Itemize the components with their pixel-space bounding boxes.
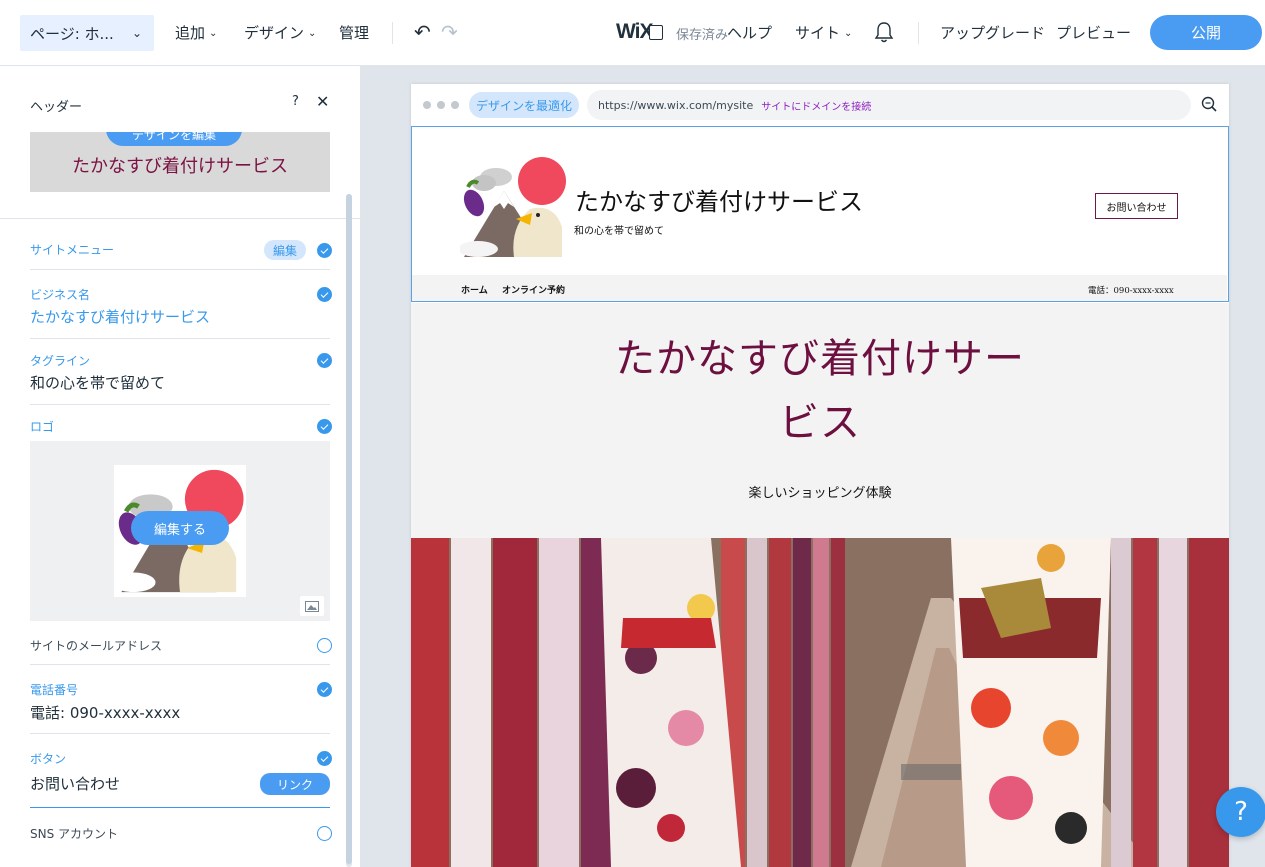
browser-bar: デザインを最適化 https://www.wix.com/mysite サイトに… (411, 84, 1229, 126)
zoom-icon[interactable] (1201, 96, 1217, 112)
page-selector-label: ページ: ホ... (30, 24, 114, 43)
header-design-preview[interactable]: デザインを編集 たかなすび着付けサービス (30, 132, 330, 192)
panel-scrollbar[interactable] (346, 194, 352, 867)
site-menu-check-icon[interactable] (317, 243, 332, 258)
divider (30, 664, 330, 665)
divider (30, 733, 330, 734)
site-email-label: サイトのメールアドレス (30, 639, 163, 653)
divider (30, 404, 330, 405)
url-bar: https://www.wix.com/mysite サイトにドメインを接続 (587, 90, 1191, 120)
divider (30, 807, 330, 808)
button-value[interactable]: お問い合わせ (30, 773, 120, 794)
site-url: https://www.wix.com/mysite (598, 98, 754, 112)
menu-add[interactable]: 追加 ⌄ (175, 22, 217, 43)
hero-subtitle[interactable]: 楽しいショッピング体験 (411, 482, 1229, 501)
phone-check-icon[interactable] (317, 682, 332, 697)
kimono-figure-right (951, 538, 1111, 867)
site-logo[interactable] (458, 153, 568, 261)
phone-value[interactable]: 電話: 090-xxxx-xxxx (30, 702, 180, 723)
button-label: ボタン (30, 752, 67, 766)
site-email-toggle[interactable] (317, 638, 332, 653)
tagline-label: タグライン (30, 354, 91, 368)
nav-item-booking[interactable]: オンライン予約 (502, 283, 565, 296)
menu-manage[interactable]: 管理 (339, 22, 369, 43)
tagline-value[interactable]: 和の心を帯で留めて (30, 372, 165, 393)
menu-site[interactable]: サイト ⌄ (795, 22, 852, 43)
menu-preview-label: プレビュー (1056, 24, 1132, 42)
site-name[interactable]: たかなすび着付けサービス (575, 182, 863, 217)
divider (392, 22, 393, 44)
logo-check-icon[interactable] (317, 419, 332, 434)
close-icon[interactable]: ✕ (316, 92, 329, 111)
design-preview-text: たかなすび着付けサービス (72, 156, 288, 177)
divider (918, 22, 919, 44)
business-name-check-icon[interactable] (317, 287, 332, 302)
publish-button[interactable]: 公開 (1150, 15, 1262, 50)
site-menu-edit-button[interactable]: 編集 (264, 240, 306, 260)
bell-icon[interactable] (873, 20, 895, 44)
edit-logo-button[interactable]: 編集する (131, 511, 229, 545)
menu-help[interactable]: ヘルプ (727, 22, 772, 43)
logo-label: ロゴ (30, 420, 55, 434)
menu-preview[interactable]: プレビュー (1056, 22, 1131, 43)
menu-upgrade-label: アップグレード (940, 24, 1046, 42)
redo-icon[interactable]: ↷ (441, 20, 458, 44)
chevron-down-icon: ⌄ (844, 28, 853, 39)
hero-photo[interactable] (411, 538, 1229, 867)
panel-title: ヘッダー (30, 100, 83, 115)
menu-manage-label: 管理 (339, 24, 370, 42)
wix-logo: WiX (616, 20, 653, 43)
chevron-down-icon: ⌄ (209, 28, 218, 39)
divider (0, 218, 360, 219)
divider (30, 269, 330, 270)
site-tagline[interactable]: 和の心を帯で留めて (574, 222, 664, 237)
page-selector[interactable]: ページ: ホ... ⌄ (20, 15, 154, 51)
logo-preview-box[interactable]: 編集する (30, 441, 330, 621)
sns-label: SNS アカウント (30, 827, 119, 841)
header-settings-panel: ヘッダー ? ✕ デザインを編集 たかなすび着付けサービス サイトメニュー 編集… (0, 66, 360, 867)
nav-phone: 電話：090-xxxx-xxxx (1088, 286, 1174, 296)
image-icon[interactable] (300, 596, 324, 616)
business-name-label: ビジネス名 (30, 288, 91, 302)
phone-label: 電話番号 (30, 683, 79, 697)
hero-title[interactable]: たかなすび着付けサー ビス (561, 327, 1079, 455)
button-check-icon[interactable] (317, 751, 332, 766)
contact-button[interactable]: お問い合わせ (1095, 193, 1178, 219)
hero-title-line-1: たかなすび着付けサー (615, 336, 1025, 382)
sns-toggle[interactable] (317, 826, 332, 841)
nav-item-home[interactable]: ホーム (461, 283, 488, 296)
help-icon[interactable]: ? (292, 94, 299, 109)
menu-add-label: 追加 (175, 24, 206, 42)
menu-help-label: ヘルプ (727, 24, 773, 42)
business-name-value[interactable]: たかなすび着付けサービス (30, 306, 210, 327)
chevron-down-icon: ⌄ (131, 26, 142, 40)
device-icon[interactable] (649, 25, 663, 40)
site-preview-frame: デザインを最適化 https://www.wix.com/mysite サイトに… (411, 84, 1229, 867)
window-dots (423, 101, 459, 109)
saved-status: 保存済み (676, 28, 729, 43)
tagline-check-icon[interactable] (317, 353, 332, 368)
menu-design-label: デザイン (244, 24, 305, 42)
site-header[interactable]: たかなすび着付けサービス 和の心を帯で留めて お問い合わせ ホーム オンライン予… (411, 126, 1229, 302)
optimize-design-button[interactable]: デザインを最適化 (469, 92, 579, 118)
menu-design[interactable]: デザイン ⌄ (244, 22, 316, 43)
chevron-down-icon: ⌄ (308, 28, 317, 39)
site-nav: ホーム オンライン予約 電話：090-xxxx-xxxx (412, 275, 1227, 301)
hero-section[interactable]: たかなすび着付けサー ビス 楽しいショッピング体験 (411, 303, 1229, 538)
site-menu-label: サイトメニュー (30, 243, 115, 257)
menu-upgrade[interactable]: アップグレード (940, 22, 1045, 43)
connect-domain-link[interactable]: サイトにドメインを接続 (761, 98, 871, 113)
top-bar: ページ: ホ... ⌄ 追加 ⌄ デザイン ⌄ 管理 ↶ ↷ WiX 保存済み … (0, 0, 1265, 66)
edit-design-button[interactable]: デザインを編集 (106, 132, 242, 146)
undo-icon[interactable]: ↶ (414, 20, 431, 44)
divider (30, 338, 330, 339)
menu-site-label: サイト (795, 24, 841, 42)
link-button[interactable]: リンク (260, 773, 330, 795)
hero-title-line-2: ビス (779, 400, 861, 446)
help-fab-button[interactable]: ? (1216, 787, 1265, 837)
